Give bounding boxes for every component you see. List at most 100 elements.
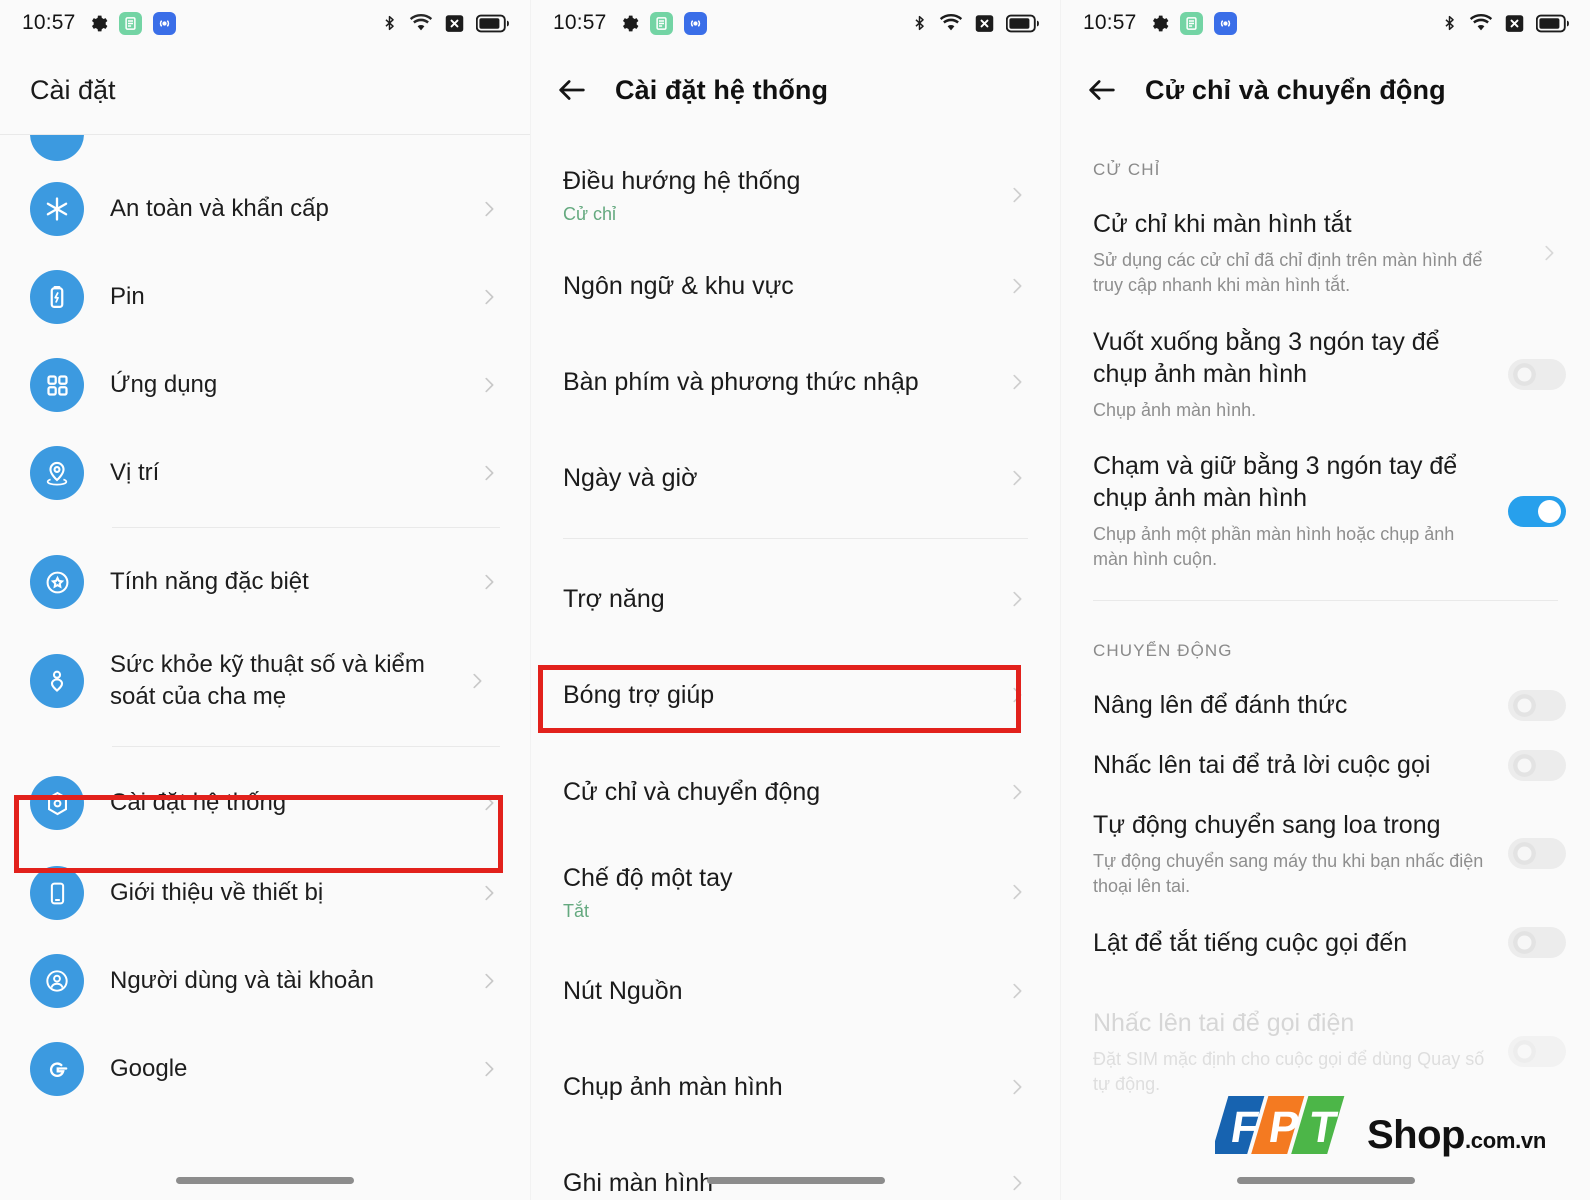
list-item-power-button[interactable]: Nút Nguồn xyxy=(531,943,1060,1039)
list-item-google[interactable]: Google xyxy=(0,1025,530,1113)
list-item-raise-to-wake[interactable]: Nâng lên để đánh thức xyxy=(1061,675,1590,735)
chevron-right-icon xyxy=(466,670,488,692)
list-item-label: Cử chỉ khi màn hình tắt xyxy=(1093,210,1352,238)
toggle-raise-to-wake[interactable] xyxy=(1508,689,1566,721)
list-item-safety-emergency[interactable]: An toàn và khẩn cấp xyxy=(0,165,530,253)
back-arrow-icon[interactable] xyxy=(555,73,589,107)
list-item-label: Nhấc lên tai để trả lời cuộc gọi xyxy=(1093,751,1431,780)
app-bar-system-settings: Cài đặt hệ thống xyxy=(531,46,1060,134)
toggle-flip-to-mute[interactable] xyxy=(1508,927,1566,959)
list-item-label: Chụp ảnh màn hình xyxy=(563,1072,783,1101)
list-item-battery[interactable]: Pin xyxy=(0,253,530,341)
list-item-one-handed-mode[interactable]: Chế độ một tay Tắt xyxy=(531,841,1060,943)
list-item-label: Nhấc lên tai để gọi điện xyxy=(1093,1008,1355,1037)
list-item-system-navigation[interactable]: Điều hướng hệ thống Cử chỉ xyxy=(531,134,1060,238)
list-item-about-device[interactable]: Giới thiệu về thiết bị xyxy=(0,849,530,937)
list-item-apps[interactable]: Ứng dụng xyxy=(0,341,530,429)
list-item-three-finger-swipe-screenshot[interactable]: Vuốt xuống bằng 3 ngón tay để chụp ảnh m… xyxy=(1061,312,1590,437)
broadcast-badge-icon xyxy=(683,11,707,35)
list-item-screen-recording[interactable]: Ghi màn hình xyxy=(531,1135,1060,1200)
list-item-label: Vuốt xuống bằng 3 ngón tay để chụp ảnh m… xyxy=(1093,327,1440,388)
chevron-right-icon xyxy=(1006,275,1028,297)
toggle-knob xyxy=(1513,753,1536,777)
clipboard-badge-icon xyxy=(118,11,142,35)
status-time: 10:57 xyxy=(22,11,76,34)
toggle-auto-switch-earpiece[interactable] xyxy=(1508,838,1566,870)
bluetooth-icon xyxy=(911,12,928,34)
digital-wellbeing-icon xyxy=(30,654,84,708)
panel-system-settings: 10:57 Cài đặt hệ thống Điều hướng hệ thố… xyxy=(530,0,1060,1200)
chevron-right-icon xyxy=(478,970,500,992)
fpt-logo-icon: F P T xyxy=(1214,1092,1357,1158)
clipboard-badge-icon xyxy=(1179,11,1203,35)
home-indicator[interactable] xyxy=(176,1177,354,1184)
list-item-label: Bóng trợ giúp xyxy=(563,680,715,709)
list-item-system-settings[interactable]: Cài đặt hệ thống xyxy=(0,757,530,849)
wifi-icon xyxy=(409,13,433,33)
list-item-digital-wellbeing[interactable]: Sức khỏe kỹ thuật số và kiểm soát của ch… xyxy=(0,626,530,736)
page-title: Cử chỉ và chuyển động xyxy=(1145,74,1446,105)
list-item-sublabel: Tự động chuyển sang máy thu khi bạn nhấc… xyxy=(1093,851,1484,896)
battery-icon xyxy=(1536,14,1570,33)
system-settings-list[interactable]: Điều hướng hệ thống Cử chỉ Ngôn ngữ & kh… xyxy=(531,134,1060,1200)
list-item-location[interactable]: Vị trí xyxy=(0,429,530,517)
list-item-screenshot[interactable]: Chụp ảnh màn hình xyxy=(531,1039,1060,1135)
toggle-knob xyxy=(1513,693,1536,717)
list-item-label: Nâng lên để đánh thức xyxy=(1093,691,1348,720)
user-account-icon xyxy=(30,954,84,1008)
list-item-three-finger-hold-screenshot[interactable]: Chạm và giữ bằng 3 ngón tay để chụp ảnh … xyxy=(1061,436,1590,586)
list-item-label: Ngôn ngữ & khu vực xyxy=(563,271,794,300)
emergency-star-icon xyxy=(30,182,84,236)
chevron-right-icon xyxy=(1538,242,1560,264)
home-indicator[interactable] xyxy=(706,1177,885,1184)
list-item-users-accounts[interactable]: Người dùng và tài khoản xyxy=(0,937,530,1025)
battery-icon xyxy=(1006,14,1040,33)
status-bar-right xyxy=(1441,0,1570,46)
chevron-right-icon xyxy=(478,198,500,220)
toggle-knob xyxy=(1513,842,1536,866)
list-item-label: Pin xyxy=(110,282,145,310)
list-item-gestures-motions[interactable]: Cử chỉ và chuyển động xyxy=(531,743,1060,841)
list-divider xyxy=(112,527,500,528)
back-arrow-icon[interactable] xyxy=(1085,73,1119,107)
toggle-three-finger-swipe-screenshot[interactable] xyxy=(1508,358,1566,390)
chevron-right-icon xyxy=(1006,781,1028,803)
list-item-auto-switch-earpiece[interactable]: Tự động chuyển sang loa trong Tự động ch… xyxy=(1061,795,1590,913)
list-item-keyboard-input[interactable]: Bàn phím và phương thức nhập xyxy=(531,334,1060,430)
status-time: 10:57 xyxy=(553,11,607,34)
list-item-label: Người dùng và tài khoản xyxy=(110,966,374,994)
clipboard-badge-icon xyxy=(649,11,673,35)
broadcast-badge-icon xyxy=(152,11,176,35)
toggle-knob xyxy=(1513,931,1536,955)
list-item-flip-to-mute[interactable]: Lật để tắt tiếng cuộc gọi đến xyxy=(1061,913,1590,973)
no-sim-icon xyxy=(1504,13,1525,34)
toggle-lift-to-answer[interactable] xyxy=(1508,749,1566,781)
chevron-right-icon xyxy=(478,571,500,593)
list-item-date-time[interactable]: Ngày và giờ xyxy=(531,430,1060,526)
chevron-right-icon xyxy=(1006,184,1028,206)
section-header-motion: CHUYỂN ĐỘNG xyxy=(1093,641,1233,661)
list-item-special-features[interactable]: Tính năng đặc biệt xyxy=(0,538,530,626)
list-item-screen-off-gestures[interactable]: Cử chỉ khi màn hình tắt Sử dụng các cử c… xyxy=(1061,194,1590,312)
list-item-accessibility[interactable]: Trợ năng xyxy=(531,551,1060,647)
gestures-list[interactable]: CỬ CHỈ Cử chỉ khi màn hình tắt Sử dụng c… xyxy=(1061,134,1590,1110)
status-bar: 10:57 xyxy=(1061,0,1590,46)
battery-icon xyxy=(476,14,510,33)
list-item-language-region[interactable]: Ngôn ngữ & khu vực xyxy=(531,238,1060,334)
toggle-knob xyxy=(1513,1040,1536,1064)
list-item-label: Tự động chuyển sang loa trong xyxy=(1093,811,1441,840)
home-indicator[interactable] xyxy=(1236,1177,1415,1184)
toggle-knob xyxy=(1513,362,1536,386)
list-item-sublabel: Sử dụng các cử chỉ đã chỉ định trên màn … xyxy=(1093,250,1483,295)
phone-icon xyxy=(30,866,84,920)
list-item-label: Lật để tắt tiếng cuộc gọi đến xyxy=(1093,928,1408,957)
special-features-icon xyxy=(30,555,84,609)
list-item-lift-to-answer[interactable]: Nhấc lên tai để trả lời cuộc gọi xyxy=(1061,735,1590,795)
status-bar-left: 10:57 xyxy=(1083,11,1237,35)
list-item-label: Sức khỏe kỹ thuật số và kiểm soát của ch… xyxy=(110,650,425,710)
settings-list[interactable]: An toàn và khẩn cấp Pin Ứng dụng Vị trí … xyxy=(0,135,530,1113)
status-bar-right xyxy=(381,0,510,46)
toggle-three-finger-hold-screenshot[interactable] xyxy=(1508,495,1566,527)
list-item-sublabel: Đặt SIM mặc định cho cuộc gọi để dùng Qu… xyxy=(1093,1048,1485,1094)
list-item-assistive-ball[interactable]: Bóng trợ giúp xyxy=(531,647,1060,743)
